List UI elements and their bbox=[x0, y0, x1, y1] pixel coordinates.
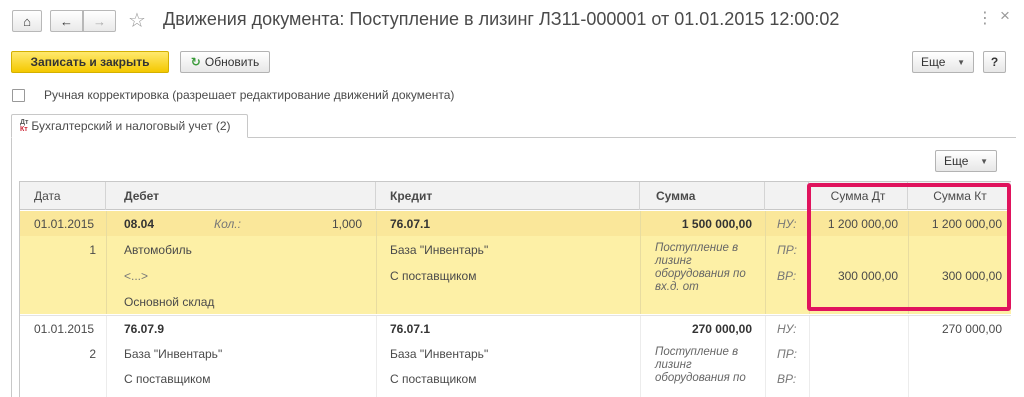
entry-amount: 270 000,00 bbox=[691, 322, 752, 336]
entry-number: 1 bbox=[89, 243, 96, 257]
credit-subconto-1: База "Инвентарь" bbox=[390, 347, 489, 361]
window-title: Движения документа: Поступление в лизинг… bbox=[163, 9, 840, 29]
tax-nu-label: НУ: bbox=[777, 322, 797, 336]
grid-more-button[interactable]: Еще ▼ bbox=[935, 150, 997, 172]
col-divider bbox=[908, 211, 909, 314]
column-header-amount[interactable]: Сумма bbox=[640, 182, 765, 210]
close-icon[interactable]: × bbox=[1000, 6, 1010, 26]
col-divider bbox=[809, 211, 810, 314]
title-bar: ⌂ ← → ☆ Движения документа: Поступление … bbox=[0, 0, 1024, 40]
grid-more-label: Еще bbox=[944, 154, 969, 168]
table-row[interactable]: 01.01.2015 2 76.07.9 База "Инвентарь" С … bbox=[20, 315, 1011, 397]
entry-amount: 1 500 000,00 bbox=[681, 217, 752, 231]
tab-accounting[interactable]: Дт Кт Бухгалтерский и налоговый учет (2) bbox=[11, 114, 248, 138]
column-header-amount-dt[interactable]: Сумма Дт bbox=[809, 182, 908, 210]
column-header-debit[interactable]: Дебет bbox=[106, 182, 376, 210]
pane-border bbox=[11, 137, 12, 397]
col-divider bbox=[106, 316, 107, 397]
save-and-close-button[interactable]: Записать и закрыть bbox=[11, 51, 169, 73]
favorite-star-icon[interactable]: ☆ bbox=[128, 8, 146, 33]
credit-subconto-1: База "Инвентарь" bbox=[390, 243, 489, 257]
vr-amount-dt: 300 000,00 bbox=[837, 269, 898, 283]
nu-amount-kt: 270 000,00 bbox=[941, 322, 1002, 336]
refresh-button[interactable]: ↻ Обновить bbox=[180, 51, 270, 73]
home-button[interactable]: ⌂ bbox=[12, 10, 42, 32]
column-header-credit[interactable]: Кредит bbox=[376, 182, 640, 210]
manual-correction-checkbox[interactable] bbox=[12, 89, 25, 102]
debit-subconto-2: <...> bbox=[124, 269, 149, 283]
column-header-amount-kt[interactable]: Сумма Кт bbox=[908, 182, 1011, 210]
col-divider bbox=[809, 316, 810, 397]
col-divider bbox=[640, 211, 641, 314]
accounting-dt-kt-icon: Дт Кт bbox=[20, 119, 29, 133]
nu-amount-kt: 1 200 000,00 bbox=[931, 217, 1002, 231]
credit-account: 76.07.1 bbox=[390, 322, 431, 336]
vr-amount-kt: 300 000,00 bbox=[941, 269, 1002, 283]
debit-account: 08.04 bbox=[124, 217, 155, 231]
table-row[interactable]: 01.01.2015 1 08.04 Кол.: 1,000 Автомобил… bbox=[20, 211, 1011, 314]
refresh-label: Обновить bbox=[204, 55, 260, 69]
debit-account: 76.07.9 bbox=[124, 322, 165, 336]
col-divider bbox=[376, 316, 377, 397]
forward-button[interactable]: → bbox=[83, 10, 116, 32]
column-header-date[interactable]: Дата bbox=[20, 182, 106, 210]
home-icon: ⌂ bbox=[23, 13, 31, 29]
back-arrow-icon: ← bbox=[60, 13, 73, 29]
debit-subconto-1: Автомобиль bbox=[124, 243, 192, 257]
back-button[interactable]: ← bbox=[50, 10, 83, 32]
tax-vr-label: ВР: bbox=[777, 372, 797, 386]
col-divider bbox=[908, 316, 909, 397]
tax-nu-label: НУ: bbox=[777, 217, 797, 231]
col-divider bbox=[106, 211, 107, 314]
entry-number: 2 bbox=[89, 347, 96, 361]
tax-pr-label: ПР: bbox=[777, 243, 797, 257]
debit-subconto-1: База "Инвентарь" bbox=[124, 347, 223, 361]
window-menu-icon[interactable]: ⋮ bbox=[977, 8, 994, 28]
col-divider bbox=[376, 211, 377, 314]
help-button[interactable]: ? bbox=[983, 51, 1006, 73]
nu-amount-dt: 1 200 000,00 bbox=[827, 217, 898, 231]
column-header-tax-type bbox=[765, 182, 809, 210]
forward-arrow-icon: → bbox=[93, 13, 106, 29]
tax-pr-label: ПР: bbox=[777, 347, 797, 361]
quantity-value: 1,000 bbox=[331, 217, 362, 231]
dropdown-arrow-icon: ▼ bbox=[957, 57, 965, 67]
entry-content: Поступление в лизинг оборудования по вх.… bbox=[655, 242, 746, 293]
credit-subconto-2: С поставщиком bbox=[390, 372, 477, 386]
entry-content: Поступление в лизинг оборудования по bbox=[655, 346, 746, 384]
entry-date: 01.01.2015 bbox=[34, 217, 95, 231]
refresh-icon: ↻ bbox=[190, 55, 201, 69]
more-label: Еще bbox=[921, 55, 946, 69]
tax-vr-label: ВР: bbox=[777, 269, 797, 283]
credit-account: 76.07.1 bbox=[390, 217, 431, 231]
debit-subconto-2: С поставщиком bbox=[124, 372, 211, 386]
dropdown-arrow-icon: ▼ bbox=[980, 156, 988, 166]
col-divider bbox=[765, 316, 766, 397]
col-divider bbox=[640, 316, 641, 397]
manual-correction-label[interactable]: Ручная корректировка (разрешает редактир… bbox=[44, 88, 454, 102]
entries-table[interactable]: Дата Дебет Кредит Сумма Сумма Дт Сумма К… bbox=[19, 181, 1011, 397]
credit-subconto-2: С поставщиком bbox=[390, 269, 477, 283]
more-menu-button[interactable]: Еще ▼ bbox=[912, 51, 974, 73]
entry-date: 01.01.2015 bbox=[34, 322, 95, 336]
tab-label: Бухгалтерский и налоговый учет (2) bbox=[31, 119, 231, 133]
quantity-label: Кол.: bbox=[214, 217, 241, 231]
col-divider bbox=[765, 211, 766, 314]
table-header: Дата Дебет Кредит Сумма Сумма Дт Сумма К… bbox=[20, 182, 1011, 210]
debit-subconto-3: Основной склад bbox=[124, 295, 215, 309]
